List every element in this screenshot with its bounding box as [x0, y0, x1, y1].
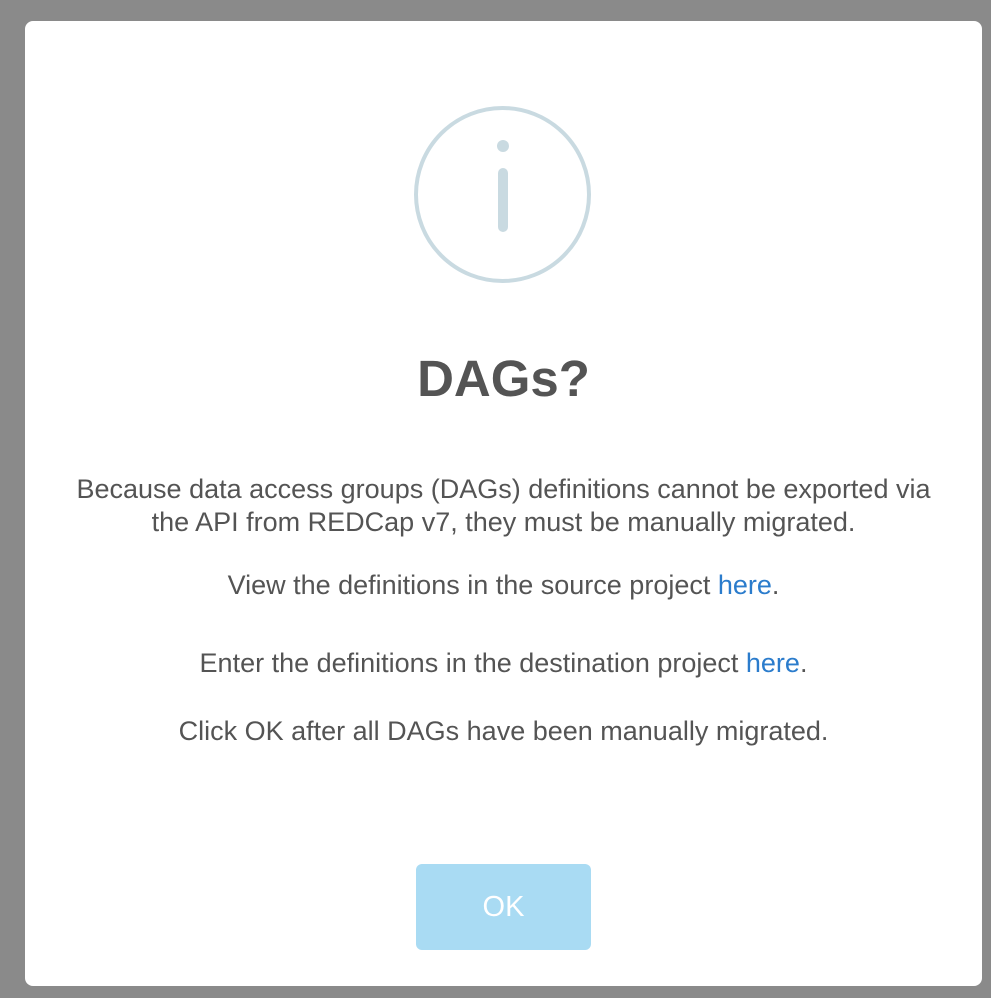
dialog-description: Because data access groups (DAGs) defini… — [76, 474, 931, 537]
dialog-title: DAGs? — [417, 350, 590, 407]
dialog-content: Because data access groups (DAGs) defini… — [55, 473, 952, 748]
enter-destination-text-after: . — [799, 648, 808, 678]
info-icon-stem — [498, 168, 508, 232]
ok-button[interactable]: OK — [416, 864, 591, 950]
view-source-text-after: . — [771, 570, 780, 600]
dags-dialog: DAGs? Because data access groups (DAGs) … — [25, 21, 982, 986]
dialog-instruction: Click OK after all DAGs have been manual… — [178, 716, 829, 746]
destination-project-link[interactable]: here — [746, 648, 800, 678]
enter-destination-text: Enter the definitions in the destination… — [55, 647, 952, 680]
info-icon-dot — [497, 140, 509, 152]
source-project-link[interactable]: here — [718, 570, 772, 600]
info-icon — [414, 106, 591, 283]
view-source-text-before: View the definitions in the source proje… — [227, 570, 718, 600]
view-source-text: View the definitions in the source proje… — [55, 569, 952, 602]
enter-destination-text-before: Enter the definitions in the destination… — [199, 648, 746, 678]
